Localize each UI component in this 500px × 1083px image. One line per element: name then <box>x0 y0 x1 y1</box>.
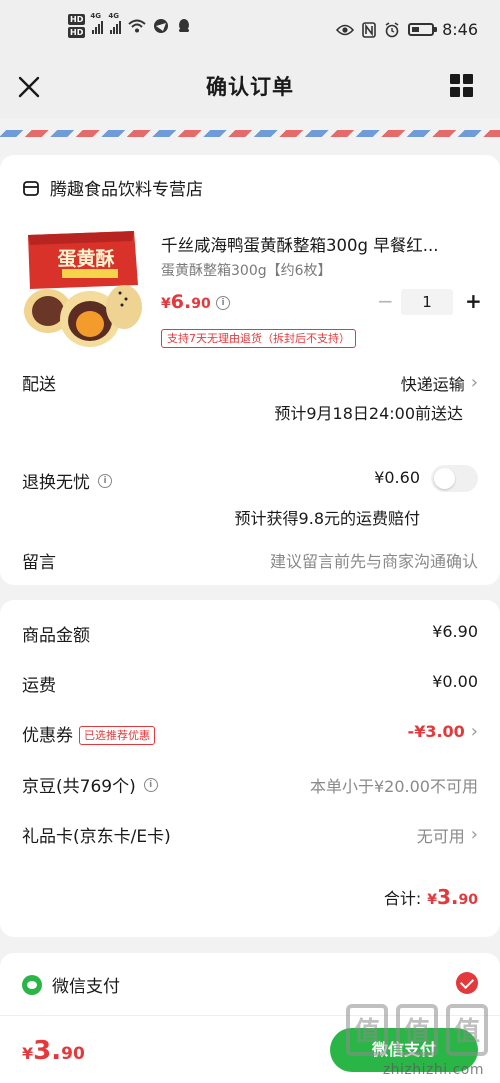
eye-icon <box>336 24 355 35</box>
wifi-icon <box>128 19 147 33</box>
chevron-right-icon: › <box>470 372 478 393</box>
price-decimal: 90 <box>191 296 211 312</box>
chevron-right-icon: › <box>470 720 478 742</box>
signal-icon-1: 4G <box>90 12 104 34</box>
hd-badge-2: HD <box>68 27 86 38</box>
payment-method-row[interactable]: 微信支付 <box>22 972 120 997</box>
goods-amount-label: 商品金额 <box>22 626 90 646</box>
info-icon[interactable]: i <box>98 473 112 488</box>
jd-beans-value: 本单小于¥20.00不可用 <box>310 777 478 796</box>
delivery-eta: 预计9月18日24:00前送达 <box>274 404 463 423</box>
bottom-currency: ¥ <box>22 1044 34 1063</box>
box-label-text: 蛋黄酥 <box>57 247 114 270</box>
quantity-input[interactable]: 1 <box>401 289 453 315</box>
coupon-row: 优惠券 已选推荐优惠 <box>22 721 155 746</box>
browser-icon <box>154 19 169 33</box>
return-worry-note: 预计获得9.8元的运费赔付 <box>234 509 420 528</box>
payment-method-label: 微信支付 <box>52 977 120 997</box>
return-worry-price: ¥0.60 <box>374 468 420 487</box>
return-worry-row: 退换无忧 i <box>22 468 112 493</box>
store-icon <box>23 180 39 196</box>
return-policy-tag: 支持7天无理由退货（拆封后不支持） <box>161 329 356 348</box>
decrease-button[interactable]: − <box>377 290 394 314</box>
qq-icon <box>179 19 190 32</box>
airmail-stripe <box>0 130 500 137</box>
gift-card-label: 礼品卡(京东卡/E卡) <box>22 827 171 847</box>
signal-icon-2: 4G <box>108 12 122 34</box>
coupon-tag: 已选推荐优惠 <box>79 726 155 745</box>
gift-card-selector[interactable]: 无可用 › <box>417 823 478 847</box>
wechat-pay-icon <box>22 974 42 995</box>
return-worry-label: 退换无忧 <box>22 473 90 493</box>
bottom-price-integer: 3. <box>33 1036 62 1066</box>
info-icon[interactable]: i <box>143 777 158 792</box>
menu-grid-button[interactable] <box>450 74 474 98</box>
total-integer: 3. <box>437 885 459 909</box>
status-bar: HD HD 4G 4G 8:46 <box>0 0 500 62</box>
nfc-icon <box>362 21 376 38</box>
return-worry-toggle[interactable] <box>431 465 478 492</box>
header: 确认订单 <box>0 62 500 118</box>
coupon-label: 优惠券 <box>22 726 73 746</box>
network-type-1: 4G <box>90 12 101 20</box>
info-icon[interactable]: i <box>216 296 230 310</box>
chevron-right-icon: › <box>470 824 478 845</box>
store-row[interactable]: 腾趣食品饮料专营店 <box>22 175 203 200</box>
jd-beans-row: 京豆(共769个) i <box>22 772 158 797</box>
hd-badge-1: HD <box>68 14 86 25</box>
page-title: 确认订单 <box>206 75 294 99</box>
bottom-price-decimal: 90 <box>61 1044 85 1064</box>
toggle-knob <box>434 468 455 489</box>
network-type-2: 4G <box>108 12 119 20</box>
total-currency: ¥ <box>427 892 437 908</box>
selected-check-icon[interactable] <box>456 972 478 994</box>
total-amount: ¥ 3. 90 <box>427 885 478 909</box>
coupon-selector[interactable]: -¥3.00 › <box>408 722 478 741</box>
store-name: 腾趣食品饮料专营店 <box>50 180 203 200</box>
shipping-value: ¥0.00 <box>432 672 478 691</box>
product-image[interactable]: 蛋黄酥 <box>22 227 142 351</box>
price-currency: ¥ <box>161 296 171 312</box>
quantity-stepper: − 1 + <box>377 289 482 315</box>
product-title[interactable]: 千丝咸海鸭蛋黄酥整箱300g 早餐红... <box>161 232 481 256</box>
jd-beans-label: 京豆(共769个) <box>22 777 136 797</box>
status-right: 8:46 <box>336 20 478 39</box>
delivery-label: 配送 <box>22 375 56 395</box>
status-left: HD HD 4G 4G <box>68 12 192 38</box>
shipping-label: 运费 <box>22 676 56 696</box>
delivery-method[interactable]: 快递运输 › <box>401 371 478 395</box>
gift-card-value: 无可用 <box>416 827 465 846</box>
message-label: 留言 <box>22 553 56 573</box>
delivery-method-text: 快递运输 <box>400 375 465 394</box>
battery-icon <box>408 23 438 36</box>
total-label: 合计: <box>383 889 422 908</box>
order-card: 腾趣食品饮料专营店 蛋黄酥 千丝咸海鸭蛋黄酥整箱300g 早餐红... 蛋黄酥整… <box>0 155 500 585</box>
product-price: ¥ 6. 90 <box>161 291 211 313</box>
total-decimal: 90 <box>458 892 478 908</box>
grid-icon <box>450 74 460 84</box>
bottom-total-price: ¥ 3. 90 <box>22 1036 85 1066</box>
hd-indicators: HD HD <box>68 14 86 38</box>
watermark-site: zhizhizhi.com <box>382 1062 484 1078</box>
summary-card: 商品金额 ¥6.90 运费 ¥0.00 优惠券 已选推荐优惠 -¥3.00 › 京… <box>0 600 500 937</box>
price-integer: 6. <box>170 291 192 313</box>
status-time: 8:46 <box>442 20 478 39</box>
product-spec[interactable]: 蛋黄酥整箱300g【约6枚】 <box>161 260 332 280</box>
egg-yolk-pastry-image: 蛋黄酥 <box>24 231 142 347</box>
increase-button[interactable]: + <box>465 290 482 314</box>
total-row: 合计: ¥ 3. 90 <box>384 885 478 909</box>
coupon-value: -¥3.00 <box>407 722 465 741</box>
goods-amount-value: ¥6.90 <box>432 622 478 641</box>
alarm-icon <box>385 21 399 37</box>
message-input[interactable]: 建议留言前先与商家沟通确认 <box>270 548 478 572</box>
